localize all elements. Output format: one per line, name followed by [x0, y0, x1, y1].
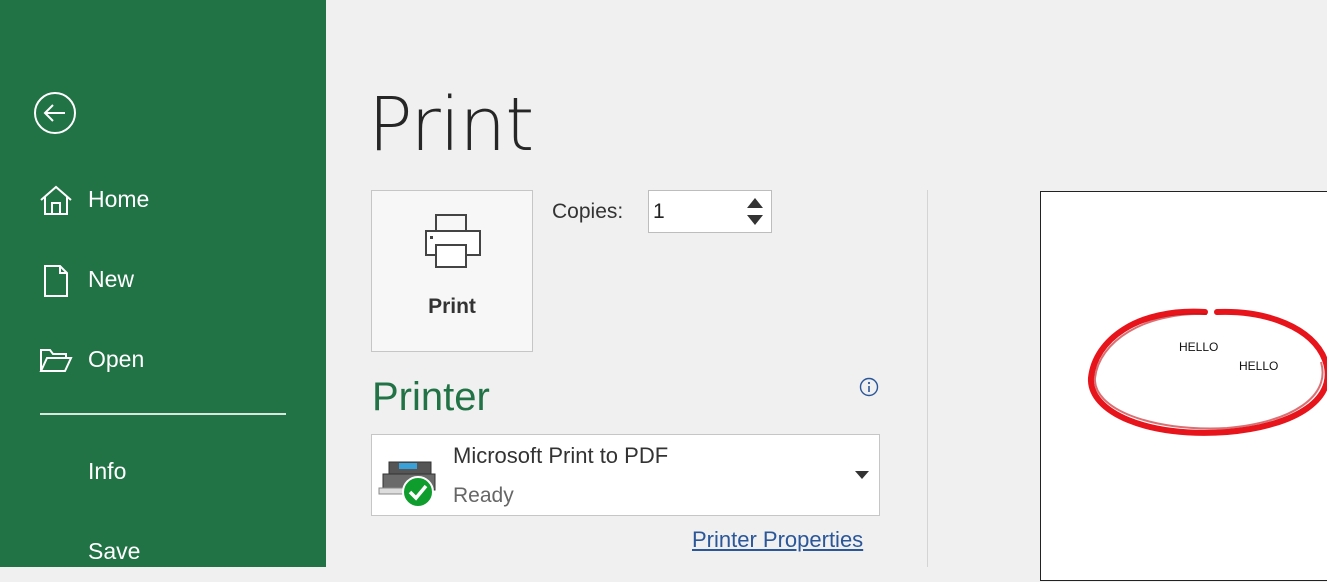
printer-heading: Printer	[372, 375, 490, 419]
page-title: Print	[368, 82, 534, 168]
nav-label: Open	[88, 346, 145, 372]
preview-text: HELLO	[1239, 359, 1279, 373]
printer-icon	[425, 214, 481, 268]
copies-label: Copies:	[552, 200, 624, 223]
info-icon[interactable]	[859, 377, 879, 397]
back-arrow-icon	[34, 92, 76, 134]
red-circle-shape	[1087, 308, 1327, 436]
decrement-arrow-icon[interactable]	[746, 214, 764, 226]
new-document-icon	[44, 265, 68, 297]
nav-label: New	[88, 266, 135, 292]
print-button[interactable]: Print	[371, 190, 533, 352]
nav-label: Info	[88, 458, 127, 484]
sidebar-divider	[40, 413, 286, 415]
preview-text: HELLO	[1179, 340, 1219, 354]
copies-input[interactable]	[653, 198, 733, 226]
backstage-sidebar: Home New Open Info Save	[0, 0, 326, 567]
increment-arrow-icon[interactable]	[746, 197, 764, 209]
nav-item-home[interactable]: Home	[0, 170, 326, 230]
print-button-label: Print	[428, 295, 476, 318]
nav-label: Save	[88, 538, 141, 564]
chevron-down-icon	[855, 471, 869, 479]
nav-item-info[interactable]: Info	[0, 442, 326, 502]
nav-label: Home	[88, 186, 150, 212]
back-button[interactable]	[33, 91, 77, 135]
print-preview-page: HELLO HELLO	[1040, 191, 1327, 581]
nav-item-open[interactable]: Open	[0, 330, 326, 390]
printer-name: Microsoft Print to PDF	[453, 443, 669, 468]
nav-item-new[interactable]: New	[0, 250, 326, 310]
printer-ready-icon	[378, 461, 436, 508]
printer-status: Ready	[453, 484, 514, 507]
print-pane: Print Print Copies: Printer	[326, 0, 1327, 581]
printer-dropdown[interactable]: Microsoft Print to PDF Ready	[371, 434, 880, 516]
pane-separator	[927, 190, 928, 567]
nav-item-save[interactable]: Save	[0, 522, 326, 582]
open-folder-icon	[39, 349, 73, 372]
copies-stepper[interactable]	[648, 190, 772, 233]
printer-properties-link[interactable]: Printer Properties	[692, 527, 863, 553]
home-icon	[40, 185, 72, 215]
